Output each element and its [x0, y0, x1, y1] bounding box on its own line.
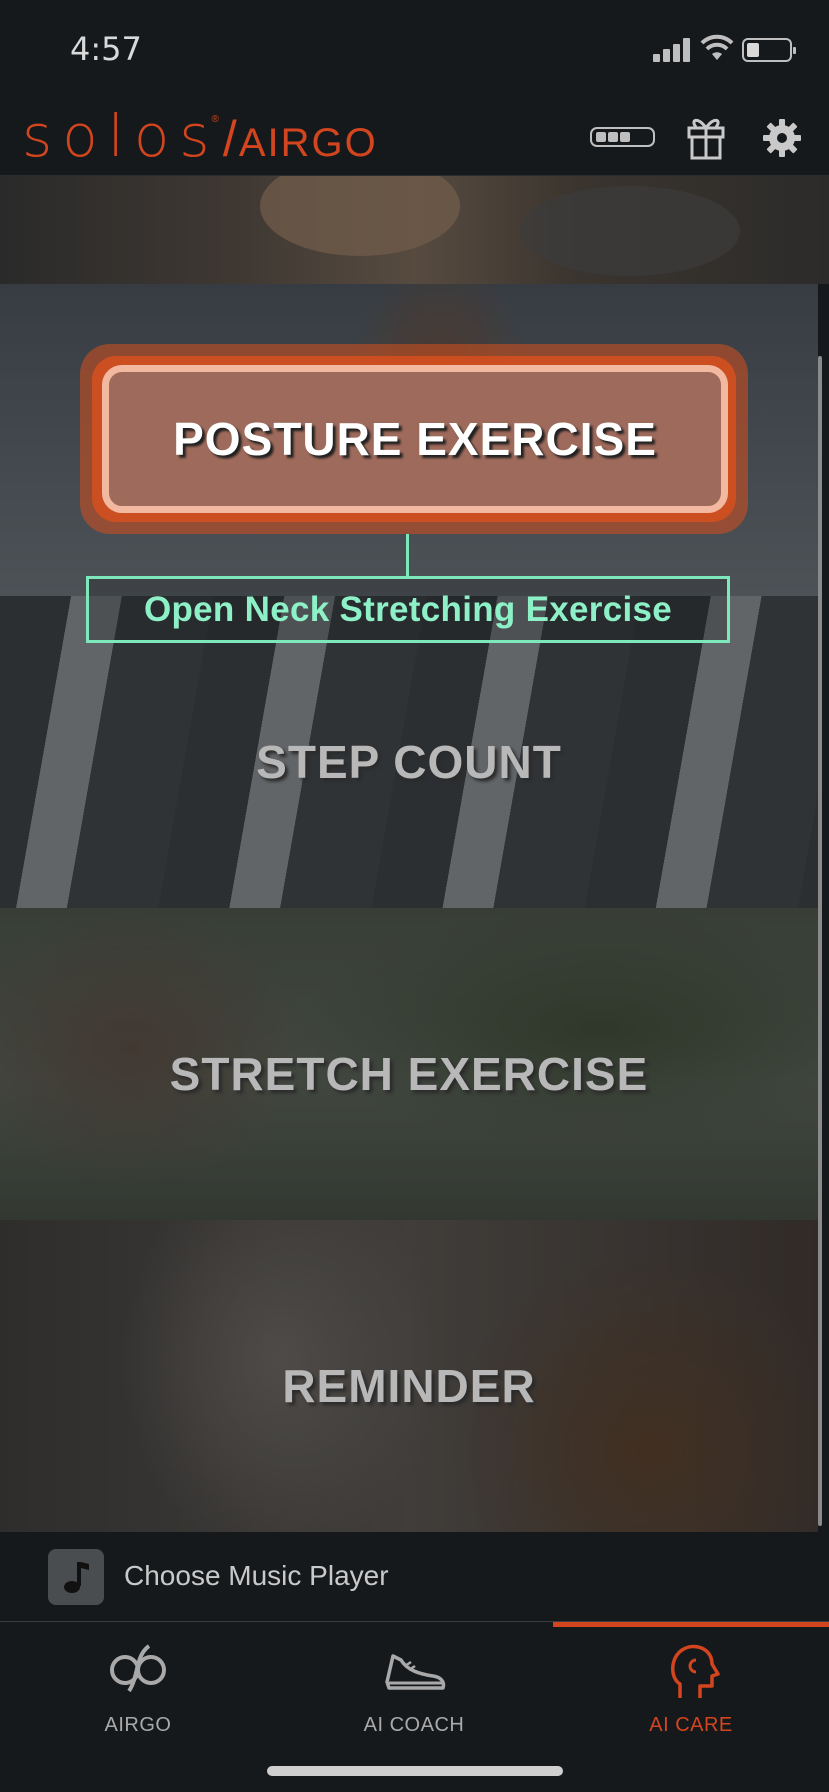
wifi-icon: [700, 34, 734, 60]
tab-airgo-label: AIRGO: [104, 1714, 172, 1736]
status-battery-icon: [742, 38, 796, 62]
step-count-label: STEP COUNT: [256, 736, 562, 788]
scrollbar[interactable]: [818, 356, 822, 1526]
tab-ai-care[interactable]: AI CARE: [553, 1636, 829, 1746]
app-header: solos ® / AIRGO: [0, 100, 829, 176]
tab-ai-coach-label: AI COACH: [363, 1714, 465, 1736]
gear-icon[interactable]: [762, 118, 802, 158]
annotation-label: Open Neck Stretching Exercise: [143, 589, 673, 629]
tab-ai-care-label: AI CARE: [649, 1714, 733, 1736]
tab-airgo[interactable]: AIRGO: [0, 1636, 276, 1746]
device-battery-icon[interactable]: [590, 127, 655, 147]
tab-ai-coach[interactable]: AI COACH: [276, 1636, 552, 1746]
status-time: 4:57: [70, 30, 142, 68]
music-player-bar[interactable]: Choose Music Player: [0, 1532, 829, 1622]
status-bar: 4:57: [0, 0, 829, 100]
annotation-connector: [406, 534, 409, 576]
annotation-label-box: Open Neck Stretching Exercise: [86, 576, 730, 643]
solos-airgo-logo: solos ® / AIRGO: [22, 104, 378, 168]
stretch-exercise-label: STRETCH EXERCISE: [169, 1048, 649, 1100]
active-tab-indicator: [553, 1622, 829, 1627]
stretch-exercise-card[interactable]: STRETCH EXERCISE: [0, 908, 818, 1220]
logo-brand: solos: [22, 102, 220, 170]
head-profile-icon: [671, 1644, 720, 1698]
reminder-label: REMINDER: [282, 1360, 536, 1412]
logo-registered: ®: [211, 114, 219, 125]
reminder-card[interactable]: REMINDER: [0, 1220, 818, 1532]
cellular-signal-icon: [653, 38, 691, 62]
music-player-label: Choose Music Player: [124, 1560, 389, 1591]
sneaker-icon: [385, 1654, 446, 1690]
posture-exercise-label: POSTURE EXERCISE: [173, 413, 657, 465]
logo-product: AIRGO: [238, 121, 378, 165]
home-indicator[interactable]: [267, 1766, 563, 1776]
previous-card-image: [0, 176, 829, 284]
gift-icon[interactable]: [686, 114, 726, 160]
posture-exercise-button[interactable]: POSTURE EXERCISE: [102, 365, 728, 513]
airgo-logo-icon: [110, 1644, 166, 1693]
music-note-icon: [48, 1549, 104, 1605]
logo-separator: /: [222, 111, 237, 167]
